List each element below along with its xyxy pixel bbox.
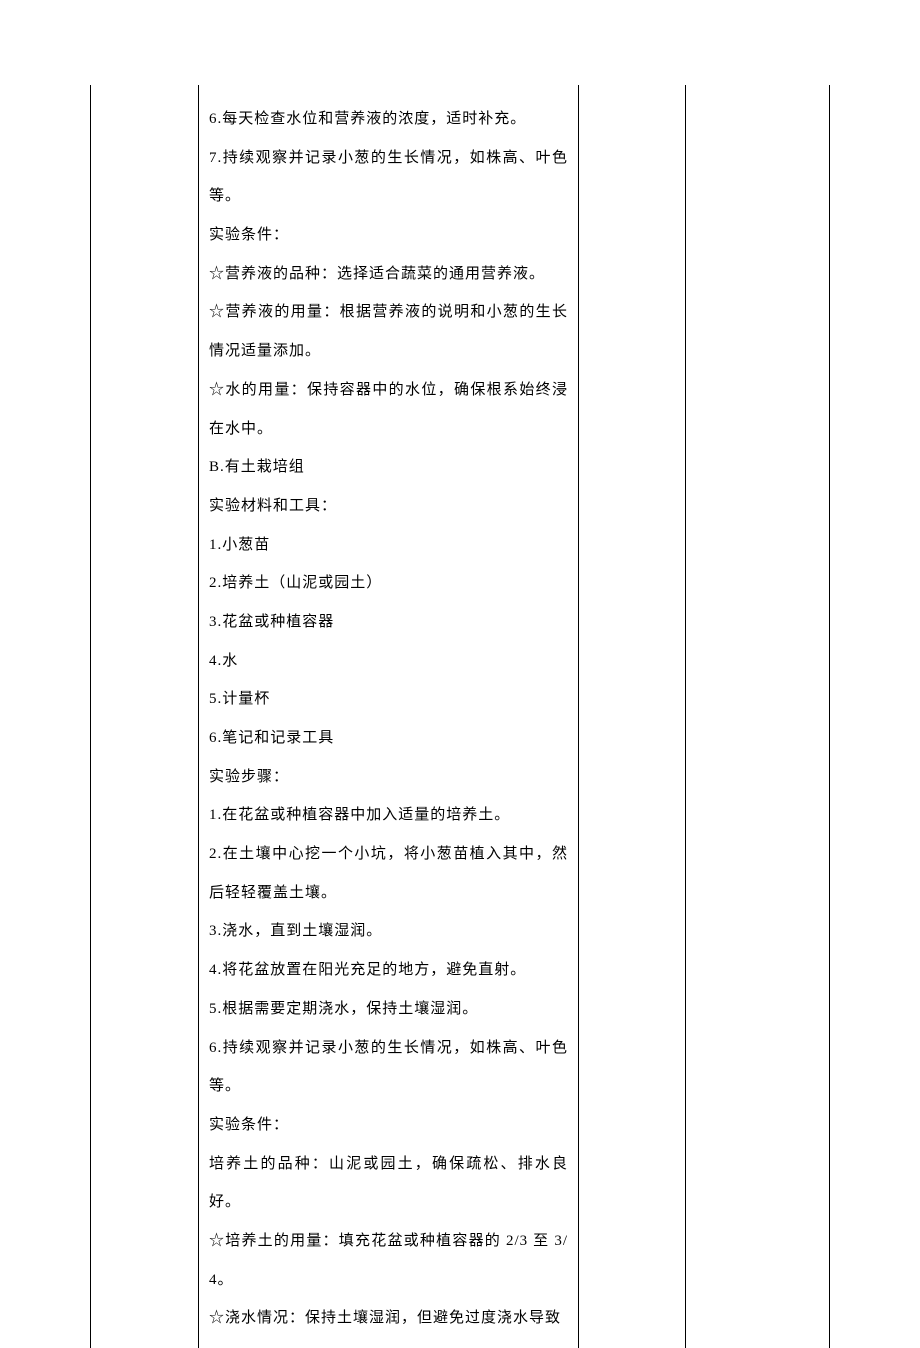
content-line: 5.计量杯 — [209, 680, 568, 719]
content-line: 实验步骤： — [209, 758, 568, 797]
content-line: 实验条件： — [209, 1106, 568, 1145]
content-line: 4.水 — [209, 642, 568, 681]
content-line: ☆水的用量：保持容器中的水位，确保根系始终浸在水中。 — [209, 371, 568, 448]
content-line: 2.培养土（山泥或园土） — [209, 564, 568, 603]
table-column-1 — [91, 85, 199, 1348]
content-line: 实验材料和工具： — [209, 487, 568, 526]
content-line: 3.花盆或种植容器 — [209, 603, 568, 642]
content-line: 6.持续观察并记录小葱的生长情况，如株高、叶色等。 — [209, 1029, 568, 1106]
content-line: 6.笔记和记录工具 — [209, 719, 568, 758]
table-column-2-content: 6.每天检查水位和营养液的浓度，适时补充。 7.持续观察并记录小葱的生长情况，如… — [199, 85, 579, 1348]
table-column-3 — [579, 85, 686, 1348]
content-line: 培养土的品种：山泥或园土，确保疏松、排水良好。 — [209, 1145, 568, 1222]
content-line: 3.浇水，直到土壤湿润。 — [209, 912, 568, 951]
content-line: 1.在花盆或种植容器中加入适量的培养土。 — [209, 796, 568, 835]
table-column-4 — [686, 85, 829, 1348]
content-line: ☆培养土的用量：填充花盆或种植容器的 2/3 至 3/4。 — [209, 1222, 568, 1299]
content-line: ☆营养液的用量：根据营养液的说明和小葱的生长情况适量添加。 — [209, 293, 568, 370]
content-line: 4.将花盆放置在阳光充足的地方，避免直射。 — [209, 951, 568, 990]
content-line: 6.每天检查水位和营养液的浓度，适时补充。 — [209, 100, 568, 139]
content-line: B.有土栽培组 — [209, 448, 568, 487]
content-line: 实验条件： — [209, 216, 568, 255]
content-line: ☆浇水情况：保持土壤湿润，但避免过度浇水导致 — [209, 1299, 568, 1338]
content-line: 1.小葱苗 — [209, 526, 568, 565]
content-line: 7.持续观察并记录小葱的生长情况，如株高、叶色等。 — [209, 139, 568, 216]
content-line: ☆营养液的品种：选择适合蔬菜的通用营养液。 — [209, 255, 568, 294]
content-line: 2.在土壤中心挖一个小坑，将小葱苗植入其中，然后轻轻覆盖土壤。 — [209, 835, 568, 912]
content-line: 5.根据需要定期浇水，保持土壤湿润。 — [209, 990, 568, 1029]
document-table: 6.每天检查水位和营养液的浓度，适时补充。 7.持续观察并记录小葱的生长情况，如… — [90, 85, 830, 1348]
